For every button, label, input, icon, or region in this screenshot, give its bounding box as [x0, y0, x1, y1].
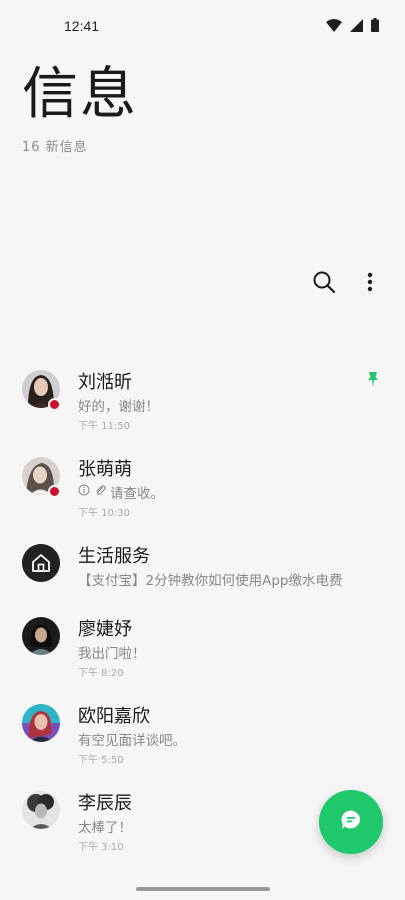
preview-text: 太棒了！ [78, 820, 132, 836]
more-vertical-icon [367, 272, 373, 296]
avatar [22, 704, 60, 742]
message-preview: 我出门啦！ [78, 642, 146, 662]
conversation-item[interactable]: 刘湉昕 好的，谢谢！ 下午 11:50 [0, 360, 405, 440]
more-options-button[interactable] [356, 268, 384, 300]
contact-name: 李辰辰 [78, 793, 132, 814]
new-message-count: 16 新信息 [22, 140, 88, 155]
search-icon [312, 270, 336, 298]
home-icon [22, 544, 60, 582]
avatar [22, 544, 60, 582]
preview-text: 有空见面详谈吧。 [78, 733, 186, 749]
pin-icon [364, 370, 382, 388]
conversation-item[interactable]: 欧阳嘉欣 有空见面详谈吧。 下午 5:50 [0, 694, 405, 774]
contact-name: 廖婕妤 [78, 619, 132, 640]
unread-indicator [48, 485, 61, 498]
avatar [22, 791, 60, 829]
new-message-icon [340, 809, 362, 835]
message-time: 下午 8:20 [78, 668, 124, 679]
message-preview: 【支付宝】2分钟教你如何使用App缴水电费 [78, 569, 342, 589]
message-preview: 好的，谢谢！ [78, 395, 159, 415]
conversation-item[interactable]: 生活服务 【支付宝】2分钟教你如何使用App缴水电费 [0, 534, 405, 614]
preview-text: 请查收。 [110, 486, 164, 502]
avatar [22, 617, 60, 655]
unread-indicator [48, 398, 61, 411]
message-time: 下午 11:50 [78, 421, 130, 432]
preview-text: 【支付宝】2分钟教你如何使用App缴水电费 [78, 573, 343, 589]
home-indicator[interactable] [136, 887, 270, 891]
message-time: 下午 5:50 [78, 755, 124, 766]
status-icons [326, 18, 379, 32]
new-message-button[interactable] [319, 790, 383, 854]
conversation-item[interactable]: 张萌萌 请查收。 下午 10:30 [0, 447, 405, 527]
contact-name: 刘湉昕 [78, 372, 132, 393]
preview-text: 我出门啦！ [78, 646, 146, 662]
message-preview: 请查收。 [78, 482, 164, 502]
message-preview: 太棒了！ [78, 816, 132, 836]
page-title: 信息 [22, 62, 138, 127]
status-time: 12:41 [64, 18, 100, 34]
wifi-icon [326, 18, 342, 32]
message-time: 下午 10:30 [78, 508, 130, 519]
battery-icon [371, 18, 379, 32]
info-icon [78, 484, 90, 500]
search-button[interactable] [308, 268, 340, 300]
contact-name: 欧阳嘉欣 [78, 706, 150, 727]
message-time: 下午 3:10 [78, 842, 124, 853]
preview-text: 好的，谢谢！ [78, 399, 159, 415]
messages-screen: 12:41 信息 16 新信息 刘湉昕 好的，谢谢！ 下午 11:50 张萌萌 … [0, 0, 405, 900]
conversation-item[interactable]: 廖婕妤 我出门啦！ 下午 8:20 [0, 607, 405, 687]
message-preview: 有空见面详谈吧。 [78, 729, 186, 749]
status-bar: 12:41 [0, 0, 405, 52]
attachment-icon [94, 484, 106, 500]
cellular-signal-icon [350, 18, 363, 32]
contact-name: 生活服务 [78, 546, 150, 567]
contact-name: 张萌萌 [78, 459, 132, 480]
